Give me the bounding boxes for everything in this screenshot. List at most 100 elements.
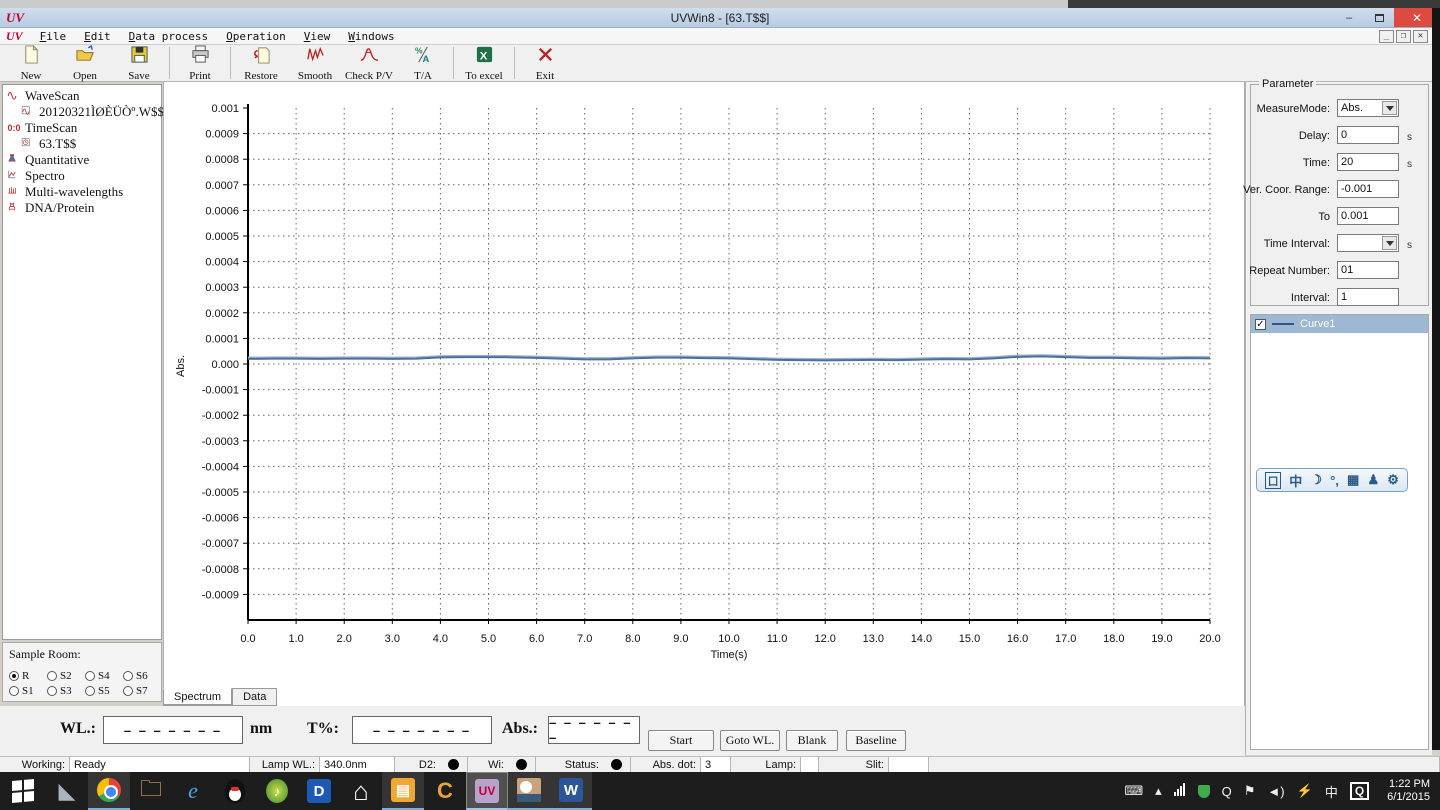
presentation-app-taskbar-button[interactable]: ◣ (46, 772, 88, 810)
measuremode-field[interactable]: Abs. (1337, 99, 1399, 117)
flag-icon[interactable]: ⚑ (1244, 783, 1256, 799)
show-hidden-icons[interactable]: ▴ (1155, 783, 1162, 799)
word-taskbar-button[interactable]: W (550, 772, 592, 810)
to-field[interactable]: 0.001 (1337, 207, 1399, 225)
measuremode-label: MeasureMode: (1257, 103, 1330, 115)
maximize-button[interactable] (1364, 8, 1394, 27)
security-shield-icon[interactable] (1198, 785, 1210, 798)
blank-button[interactable]: Blank (786, 730, 838, 751)
check-p-v-button[interactable]: Check P/V (342, 45, 396, 81)
user-icon[interactable]: ♟ (1367, 472, 1379, 488)
docin-taskbar-button[interactable]: D (298, 772, 340, 810)
wi-label: Wi: (484, 759, 508, 771)
ver-coor-range-field[interactable]: -0.001 (1337, 180, 1399, 198)
sample-room-radio-s6[interactable]: S6 (123, 668, 155, 683)
start-button[interactable] (0, 772, 46, 810)
tree-item-dna-protein[interactable]: DNA/Protein (3, 200, 161, 216)
baseline-button[interactable]: Baseline (846, 730, 906, 751)
t-a-button[interactable]: %AT/A (396, 45, 450, 81)
tree-item-quantitative[interactable]: Quantitative (3, 152, 161, 168)
punctuation-icon[interactable]: °, (1330, 473, 1339, 488)
menu-view[interactable]: View (295, 28, 340, 44)
time-field[interactable]: 20 (1337, 153, 1399, 171)
menu-operation[interactable]: Operation (217, 28, 295, 44)
delay-field[interactable]: 0 (1337, 126, 1399, 144)
sample-room-radio-s5[interactable]: S5 (85, 683, 117, 698)
mdi-close-button[interactable]: ✕ (1413, 30, 1428, 43)
toolbar-separator (169, 47, 170, 79)
wrench-icon[interactable]: ⚙ (1387, 472, 1399, 488)
sample-room-radio-s3[interactable]: S3 (47, 683, 79, 698)
smooth-button[interactable]: Smooth (288, 45, 342, 81)
tab-data[interactable]: Data (232, 688, 277, 706)
minimize-button[interactable]: – (1334, 8, 1364, 27)
start-button[interactable]: Start (648, 730, 714, 751)
svg-text:0.0004: 0.0004 (205, 257, 239, 269)
schedule-taskbar-button[interactable]: ▤ (382, 772, 424, 810)
tree-item-20120321-w-[interactable]: 20120321ÌØÈÜÒº.W$$ (3, 104, 161, 120)
chrome-taskbar-button[interactable] (88, 772, 130, 810)
print-button[interactable]: Print (173, 45, 227, 81)
chinese-mode-icon[interactable]: 中 (1289, 471, 1302, 490)
menu-edit[interactable]: Edit (75, 28, 120, 44)
touch-keyboard-icon[interactable]: ⌨ (1124, 783, 1143, 799)
menu-file[interactable]: File (31, 28, 76, 44)
taskbar-clock[interactable]: 1:22 PM 6/1/2015 (1381, 778, 1430, 804)
tree-item-timescan[interactable]: 0:0TimeScan (3, 120, 161, 136)
tree-item-wavescan[interactable]: WaveScan (3, 88, 161, 104)
time-interval-unit: s (1407, 240, 1412, 251)
save-button[interactable]: Save (112, 45, 166, 81)
tab-spectrum[interactable]: Spectrum (163, 688, 232, 706)
uvwin8-taskbar-button[interactable]: UV (466, 772, 508, 810)
svg-text:19.0: 19.0 (1151, 633, 1172, 645)
sample-room-radio-s1[interactable]: S1 (9, 683, 41, 698)
curve-list-item[interactable]: ✓Curve1 (1251, 315, 1428, 333)
sample-room-radio-s2[interactable]: S2 (47, 668, 79, 683)
method-tree: WaveScan20120321ÌØÈÜÒº.W$$0:0TimeScan63.… (2, 84, 162, 640)
exit-button[interactable]: Exit (518, 45, 572, 81)
volume-icon[interactable]: ◄) (1267, 784, 1284, 799)
network-signal-icon[interactable] (1174, 783, 1186, 799)
tree-item-multi-wavelengths[interactable]: Multi-wavelengths (3, 184, 161, 200)
power-icon[interactable]: ⚡ (1297, 783, 1313, 799)
search-q-icon[interactable]: Q (1350, 782, 1369, 800)
ime-lang-icon[interactable]: 中 (1325, 782, 1338, 801)
music-player-taskbar-button[interactable]: ♪ (256, 772, 298, 810)
svg-text:0.001: 0.001 (211, 103, 239, 115)
moon-icon[interactable]: ☽ (1310, 472, 1322, 488)
svg-text:Time(s): Time(s) (711, 649, 748, 661)
mdi-minimize-button[interactable]: _ (1379, 30, 1394, 43)
file-explorer-taskbar-button[interactable]: 🗀 (130, 772, 172, 810)
keyboard-icon[interactable]: ▦ (1347, 472, 1359, 488)
tree-item-63-t-[interactable]: 63.T$$ (3, 136, 161, 152)
sample-room-radio-s7[interactable]: S7 (123, 683, 155, 698)
dropdown-arrow-icon[interactable] (1382, 236, 1397, 250)
curve-checkbox[interactable]: ✓ (1255, 319, 1266, 330)
dropdown-arrow-icon[interactable] (1382, 101, 1397, 115)
tree-item-spectro[interactable]: Spectro (3, 168, 161, 184)
coreldraw-taskbar-button[interactable]: C (424, 772, 466, 810)
mdi-restore-button[interactable]: ❐ (1396, 30, 1411, 43)
home-taskbar-button[interactable]: ⌂ (340, 772, 382, 810)
new-button[interactable]: New (4, 45, 58, 81)
menu-windows[interactable]: Windows (339, 28, 403, 44)
sample-room-radio-s4[interactable]: S4 (85, 668, 117, 683)
internet-explorer-taskbar-button[interactable]: e (172, 772, 214, 810)
schedule-icon: ▤ (391, 778, 415, 802)
toolbar-separator (453, 47, 454, 79)
open-button[interactable]: Open (58, 45, 112, 81)
photo-taskbar-button[interactable] (508, 772, 550, 810)
sample-room-radio-r[interactable]: R (9, 668, 41, 683)
menu-data-process[interactable]: Data process (120, 28, 217, 44)
restore-button[interactable]: Restore (234, 45, 288, 81)
repeat-number-field[interactable]: 01 (1337, 261, 1399, 279)
qq-taskbar-button[interactable] (214, 772, 256, 810)
interval-field[interactable]: 1 (1337, 288, 1399, 306)
goto-wl-button[interactable]: Goto WL. (720, 730, 780, 751)
qq-tray-icon[interactable]: Q (1222, 784, 1232, 799)
ime-language-bar[interactable]: 囗中 ☽ °, ▦ ♟ ⚙ (1256, 468, 1408, 492)
to-excel-button[interactable]: XTo excel (457, 45, 511, 81)
time-interval-field[interactable] (1337, 234, 1399, 252)
ime-logo-icon[interactable]: 囗 (1265, 472, 1281, 489)
clock-date: 6/1/2015 (1387, 791, 1430, 804)
